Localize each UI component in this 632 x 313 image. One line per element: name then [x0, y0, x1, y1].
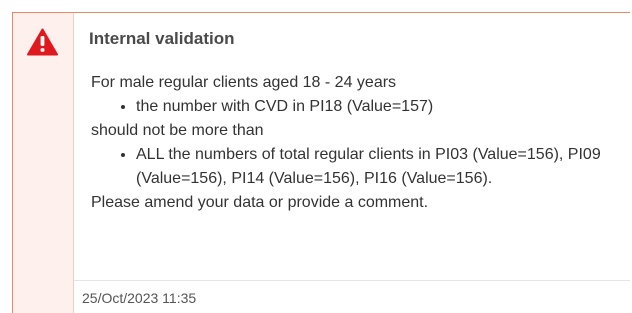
second-items-list: ALL the numbers of total regular clients… — [91, 143, 616, 191]
timestamp: 25/Oct/2023 11:35 — [82, 290, 197, 306]
first-items-list: the number with CVD in PI18 (Value=157) — [91, 95, 616, 119]
alert-message: For male regular clients aged 18 - 24 ye… — [91, 71, 616, 215]
message-condition: should not be more than — [91, 122, 264, 139]
message-intro: For male regular clients aged 18 - 24 ye… — [91, 74, 397, 91]
list-item: the number with CVD in PI18 (Value=157) — [136, 95, 616, 119]
alert-footer: 25/Oct/2023 11:35 — [74, 280, 630, 306]
alert-icon-column — [13, 13, 74, 313]
message-instruction: Please amend your data or provide a comm… — [91, 194, 429, 211]
alert-body: Internal validation For male regular cli… — [74, 13, 630, 313]
list-item: ALL the numbers of total regular clients… — [136, 143, 616, 191]
alert-title: Internal validation — [89, 29, 235, 48]
validation-alert: Internal validation For male regular cli… — [12, 12, 630, 313]
warning-triangle-icon — [27, 28, 58, 56]
